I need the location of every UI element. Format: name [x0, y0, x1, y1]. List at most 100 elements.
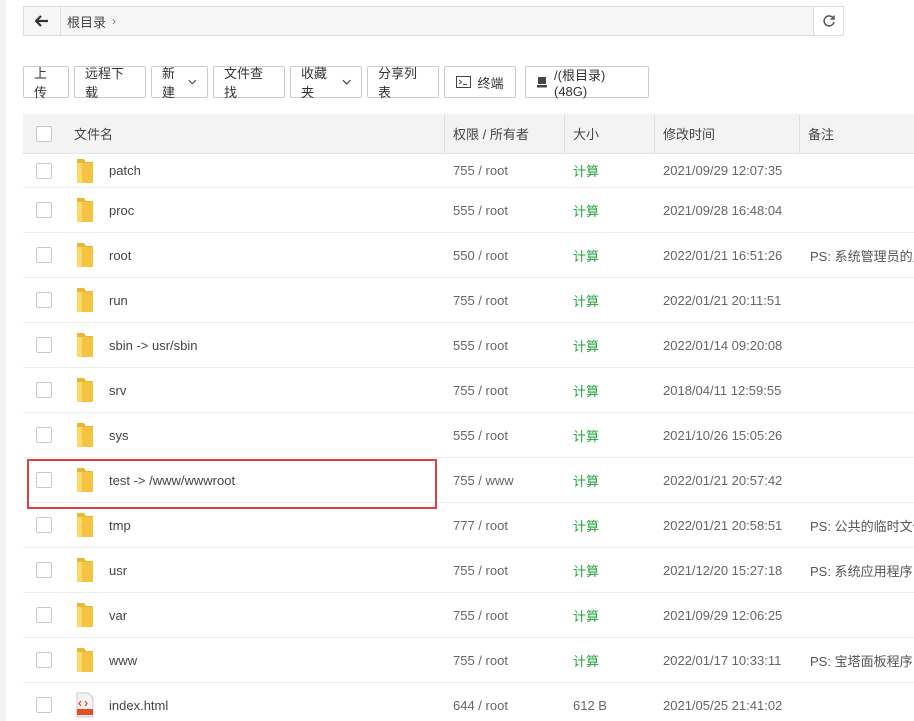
folder-icon — [75, 242, 95, 268]
perm-owner[interactable]: 755 / root — [445, 278, 565, 322]
row-checkbox[interactable] — [36, 202, 52, 218]
table-row[interactable]: usr 755 / root 计算 2021/12/20 15:27:18 PS… — [23, 548, 914, 593]
path-input-area[interactable] — [116, 7, 813, 35]
mtime: 2022/01/21 20:58:51 — [663, 517, 783, 533]
row-checkbox[interactable] — [36, 427, 52, 443]
size-calc-link[interactable]: 计算 — [565, 323, 655, 367]
file-name[interactable]: test -> /www/wwwroot — [109, 473, 235, 488]
size-calc-link[interactable]: 计算 — [565, 278, 655, 322]
perm-owner[interactable]: 755 / root — [445, 638, 565, 682]
mtime: 2021/12/20 15:27:18 — [663, 562, 783, 578]
note[interactable] — [800, 593, 914, 637]
header-mtime[interactable]: 修改时间 — [655, 113, 800, 154]
remote-download-button[interactable]: 远程下载 — [74, 66, 146, 100]
table-row[interactable]: sys 555 / root 计算 2021/10/26 15:05:26 — [23, 413, 914, 458]
table-row[interactable]: var 755 / root 计算 2021/09/29 12:06:25 — [23, 593, 914, 638]
file-name[interactable]: sbin -> usr/sbin — [109, 338, 198, 353]
row-checkbox[interactable] — [36, 247, 52, 263]
size-calc-link[interactable]: 计算 — [565, 413, 655, 457]
size-calc-link[interactable]: 计算 — [565, 503, 655, 547]
row-checkbox[interactable] — [36, 292, 52, 308]
table-row[interactable]: test -> /www/wwwroot 755 / www 计算 2022/0… — [23, 458, 914, 503]
file-name[interactable]: sys — [109, 428, 129, 443]
table-row[interactable]: tmp 777 / root 计算 2022/01/21 20:58:51 PS… — [23, 503, 914, 548]
breadcrumb-root[interactable]: 根目录 › — [61, 12, 116, 31]
row-checkbox[interactable] — [36, 382, 52, 398]
file-name[interactable]: srv — [109, 383, 126, 398]
upload-button[interactable]: 上传 — [23, 66, 69, 100]
file-name[interactable]: index.html — [109, 698, 168, 713]
note[interactable]: PS: 公共的临时文件 — [800, 503, 914, 547]
note[interactable] — [800, 368, 914, 412]
file-search-button[interactable]: 文件查找 — [213, 66, 285, 100]
note[interactable] — [800, 683, 914, 721]
header-name[interactable]: 文件名 — [65, 113, 445, 154]
table-row[interactable]: HTML index.html 644 / root 612 B 2021/05/… — [23, 683, 914, 721]
share-list-button[interactable]: 分享列表 — [367, 66, 439, 100]
note[interactable] — [800, 154, 914, 187]
row-checkbox[interactable] — [36, 162, 52, 179]
row-checkbox[interactable] — [36, 472, 52, 488]
size-calc-link[interactable]: 计算 — [565, 188, 655, 232]
size-calc-link[interactable]: 计算 — [565, 548, 655, 592]
row-checkbox[interactable] — [36, 607, 52, 623]
file-name[interactable]: patch — [109, 163, 141, 178]
size-calc-link[interactable]: 计算 — [565, 458, 655, 502]
table-row[interactable]: sbin -> usr/sbin 555 / root 计算 2022/01/1… — [23, 323, 914, 368]
table-row[interactable]: run 755 / root 计算 2022/01/21 20:11:51 — [23, 278, 914, 323]
file-name[interactable]: root — [109, 248, 131, 263]
perm-owner[interactable]: 555 / root — [445, 323, 565, 367]
row-checkbox[interactable] — [36, 697, 52, 713]
file-name[interactable]: var — [109, 608, 127, 623]
perm-owner[interactable]: 550 / root — [445, 233, 565, 277]
row-checkbox[interactable] — [36, 337, 52, 353]
size-calc-link[interactable]: 计算 — [565, 593, 655, 637]
select-all-checkbox[interactable] — [36, 125, 52, 142]
table-row[interactable]: srv 755 / root 计算 2018/04/11 12:59:55 — [23, 368, 914, 413]
file-name[interactable]: www — [109, 653, 137, 668]
table-row[interactable]: root 550 / root 计算 2022/01/21 16:51:26 P… — [23, 233, 914, 278]
new-dropdown-button[interactable]: 新建 — [151, 66, 208, 100]
size-calc-link[interactable]: 计算 — [565, 233, 655, 277]
header-size[interactable]: 大小 — [565, 113, 655, 154]
table-row[interactable]: proc 555 / root 计算 2021/09/28 16:48:04 — [23, 188, 914, 233]
perm-owner[interactable]: 755 / root — [445, 368, 565, 412]
row-checkbox[interactable] — [36, 517, 52, 533]
header-perm[interactable]: 权限 / 所有者 — [445, 113, 565, 154]
perm-owner[interactable]: 755 / root — [445, 154, 565, 187]
note[interactable] — [800, 413, 914, 457]
perm-owner[interactable]: 555 / root — [445, 188, 565, 232]
terminal-button[interactable]: 终端 — [444, 66, 516, 98]
perm-owner[interactable]: 644 / root — [445, 683, 565, 721]
note[interactable]: PS: 宝塔面板程序目 — [800, 638, 914, 682]
table-row[interactable]: www 755 / root 计算 2022/01/17 10:33:11 PS… — [23, 638, 914, 683]
favorites-dropdown-button[interactable]: 收藏夹 — [290, 66, 362, 100]
row-checkbox[interactable] — [36, 562, 52, 578]
size-calc-link[interactable]: 计算 — [565, 154, 655, 187]
note[interactable] — [800, 278, 914, 322]
mtime: 2022/01/21 20:11:51 — [663, 292, 782, 308]
row-checkbox[interactable] — [36, 652, 52, 668]
file-name[interactable]: usr — [109, 563, 127, 578]
file-name[interactable]: proc — [109, 203, 134, 218]
note[interactable]: PS: 系统管理员的主 — [800, 233, 914, 277]
back-button[interactable] — [24, 7, 61, 35]
file-name[interactable]: tmp — [109, 518, 131, 533]
terminal-icon — [456, 76, 472, 88]
note[interactable]: PS: 系统应用程序目 — [800, 548, 914, 592]
refresh-button[interactable] — [813, 7, 843, 35]
perm-owner[interactable]: 755 / root — [445, 593, 565, 637]
disk-button[interactable]: /(根目录) (48G) — [525, 66, 649, 99]
header-note: 备注 — [808, 127, 835, 142]
perm-owner[interactable]: 555 / root — [445, 413, 565, 457]
perm-owner[interactable]: 755 / www — [445, 458, 565, 502]
note[interactable] — [800, 188, 914, 232]
table-row[interactable]: patch 755 / root 计算 2021/09/29 12:07:35 — [23, 154, 914, 188]
file-name[interactable]: run — [109, 293, 128, 308]
note[interactable] — [800, 458, 914, 502]
perm-owner[interactable]: 755 / root — [445, 548, 565, 592]
size-calc-link[interactable]: 计算 — [565, 368, 655, 412]
size-calc-link[interactable]: 计算 — [565, 638, 655, 682]
note[interactable] — [800, 323, 914, 367]
perm-owner[interactable]: 777 / root — [445, 503, 565, 547]
